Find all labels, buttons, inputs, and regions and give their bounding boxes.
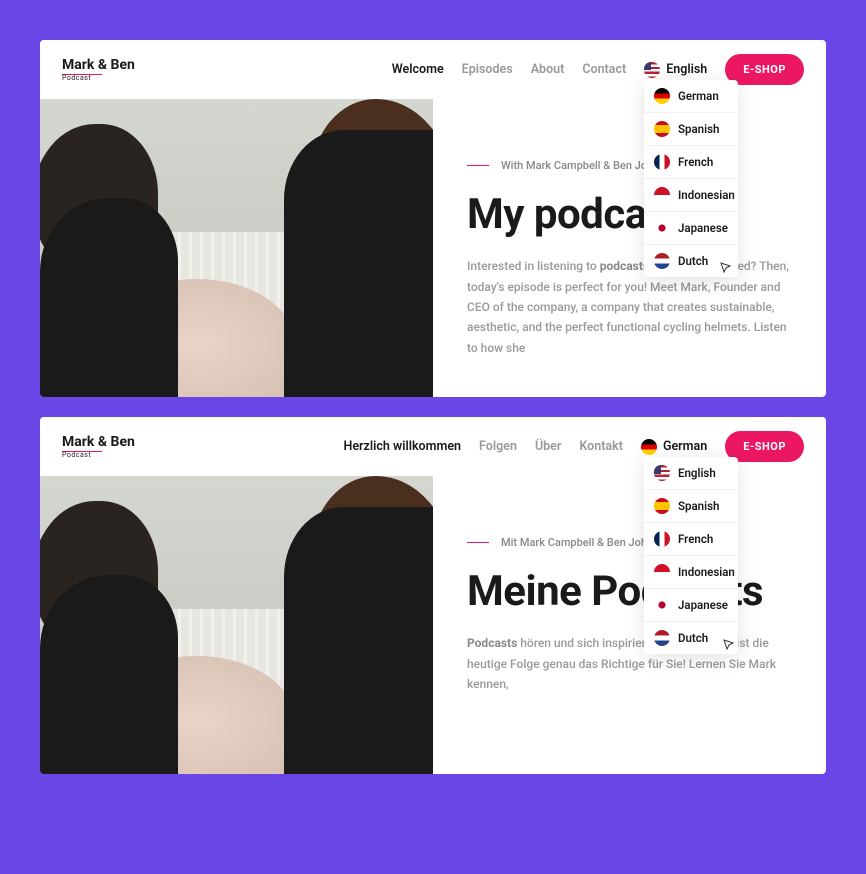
flag-es-icon — [654, 121, 670, 137]
accent-line — [467, 165, 489, 166]
flag-fr-icon — [654, 531, 670, 547]
page-heading: Meine Podcasts — [467, 569, 792, 615]
language-dropdown: English Spanish French Indonesian Japane… — [644, 457, 738, 654]
author-text: With Mark Campbell & Ben John — [501, 159, 659, 172]
author-text: Mit Mark Campbell & Ben Joh — [501, 536, 647, 549]
website-frame-german: Mark & Ben Podcast Herzlich willkommen F… — [40, 417, 826, 774]
flag-us-icon — [644, 62, 660, 78]
lang-option-indonesian[interactable]: Indonesian — [644, 556, 738, 589]
nav-contact[interactable]: Contact — [582, 62, 626, 77]
flag-nl-icon — [654, 630, 670, 646]
lang-option-french[interactable]: French — [644, 523, 738, 556]
flag-jp-icon — [654, 597, 670, 613]
hero-image — [40, 99, 433, 397]
logo-subtitle: Podcast — [62, 452, 135, 459]
navbar: Mark & Ben Podcast Welcome Episodes Abou… — [40, 40, 826, 99]
language-selector[interactable]: German — [641, 439, 707, 455]
flag-fr-icon — [654, 154, 670, 170]
flag-us-icon — [654, 465, 670, 481]
hero-text: Mit Mark Campbell & Ben Joh Meine Podcas… — [433, 476, 826, 774]
nav-episodes[interactable]: Folgen — [479, 439, 517, 454]
nav-about[interactable]: About — [531, 62, 565, 77]
language-selector[interactable]: English — [644, 62, 707, 78]
language-dropdown: German Spanish French Indonesian Japanes… — [644, 80, 738, 277]
flag-de-icon — [654, 88, 670, 104]
website-frame-english: Mark & Ben Podcast Welcome Episodes Abou… — [40, 40, 826, 397]
language-current: German — [663, 439, 707, 454]
lang-option-french[interactable]: French — [644, 146, 738, 179]
nav-welcome[interactable]: Herzlich willkommen — [343, 439, 461, 454]
nav-welcome[interactable]: Welcome — [392, 62, 444, 77]
author-line: With Mark Campbell & Ben John — [467, 159, 792, 172]
nav-right: Herzlich willkommen Folgen Über Kontakt … — [343, 431, 804, 462]
description: Interested in listening to podcasts and … — [467, 256, 792, 358]
lang-option-spanish[interactable]: Spanish — [644, 113, 738, 146]
lang-option-spanish[interactable]: Spanish — [644, 490, 738, 523]
lang-option-dutch[interactable]: Dutch — [644, 245, 738, 277]
lang-option-japanese[interactable]: Japanese — [644, 212, 738, 245]
cursor-icon — [720, 262, 732, 274]
logo[interactable]: Mark & Ben Podcast — [62, 58, 135, 82]
logo-subtitle: Podcast — [62, 75, 135, 82]
flag-jp-icon — [654, 220, 670, 236]
logo[interactable]: Mark & Ben Podcast — [62, 435, 135, 459]
lang-option-dutch[interactable]: Dutch — [644, 622, 738, 654]
language-current: English — [666, 62, 707, 77]
flag-id-icon — [654, 187, 670, 203]
lang-option-indonesian[interactable]: Indonesian — [644, 179, 738, 212]
logo-brand: Mark & Ben — [62, 435, 135, 449]
flag-de-icon — [641, 439, 657, 455]
flag-es-icon — [654, 498, 670, 514]
navbar: Mark & Ben Podcast Herzlich willkommen F… — [40, 417, 826, 476]
lang-option-german[interactable]: German — [644, 80, 738, 113]
page-heading: My podcasts — [467, 192, 792, 238]
logo-brand: Mark & Ben — [62, 58, 135, 72]
cursor-icon — [723, 639, 735, 651]
hero-image — [40, 476, 433, 774]
nav-about[interactable]: Über — [535, 439, 561, 454]
description: Podcasts hören und sich inspirieren lass… — [467, 633, 792, 694]
hero-text: With Mark Campbell & Ben John My podcast… — [433, 99, 826, 397]
accent-line — [467, 542, 489, 543]
flag-nl-icon — [654, 253, 670, 269]
flag-id-icon — [654, 564, 670, 580]
nav-episodes[interactable]: Episodes — [462, 62, 513, 77]
lang-option-english[interactable]: English — [644, 457, 738, 490]
nav-right: Welcome Episodes About Contact English E… — [392, 54, 804, 85]
lang-option-japanese[interactable]: Japanese — [644, 589, 738, 622]
nav-contact[interactable]: Kontakt — [579, 439, 623, 454]
author-line: Mit Mark Campbell & Ben Joh — [467, 536, 792, 549]
